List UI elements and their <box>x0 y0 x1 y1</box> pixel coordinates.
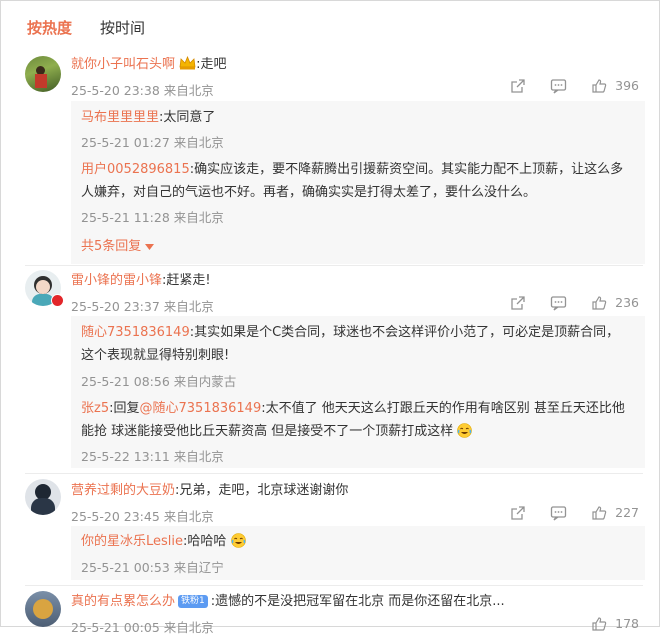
like-icon <box>592 617 607 631</box>
reply-meta: 25-5-21 01:27 来自北京 <box>81 135 224 150</box>
comment-text: 真的有点累怎么办 铁粉1:遗憾的不是没把冠军留在北京 而是你还留在北京... <box>71 593 505 611</box>
laugh-cry-emoji <box>230 533 246 548</box>
reply-mention[interactable]: @随心7351836149 <box>140 401 262 416</box>
like-icon <box>592 79 607 93</box>
like-button[interactable]: 178 <box>591 615 639 632</box>
comment-icon <box>551 296 567 311</box>
verified-badge <box>51 294 64 307</box>
comment-meta: 25-5-20 23:38 来自北京 <box>71 83 214 98</box>
reply-item: 随心7351836149:其实如果是个C类合同，球迷也不会这样评价小范了，可必定… <box>81 321 619 344</box>
like-count: 236 <box>615 295 639 311</box>
reply-username[interactable]: 张z5 <box>81 401 109 416</box>
like-icon <box>592 506 607 520</box>
share-icon <box>511 296 525 310</box>
comment-body: :赶紧走! <box>162 273 211 288</box>
reply-item: 张z5:回复@随心7351836149:太不值了 他天天这么打跟丘天的作用有啥区… <box>81 397 625 420</box>
crown-emoji <box>179 55 196 70</box>
comment-text: 就你小子叫石头啊 :走吧 <box>71 55 227 74</box>
comment-username[interactable]: 营养过剩的大豆奶 <box>71 483 175 498</box>
comment-body: :遗憾的不是没把冠军留在北京 而是你还留在北京... <box>210 594 505 609</box>
divider <box>25 265 643 266</box>
reply-item: 你的星冰乐Leslie:哈哈哈 <box>81 530 246 553</box>
comment-username[interactable]: 雷小锋的雷小锋 <box>71 273 162 288</box>
reply-username[interactable]: 马布里里里里 <box>81 110 159 125</box>
like-button[interactable]: 396 <box>591 77 639 94</box>
caret-down-icon <box>145 243 155 250</box>
comment-icon <box>551 506 567 521</box>
share-button[interactable] <box>510 504 526 521</box>
like-button[interactable]: 236 <box>591 294 639 311</box>
reply-item: 用户0052896815:确实应该走，要不降薪腾出引援薪资空间。其实能力配不上顶… <box>81 158 623 181</box>
reply-body-line2: 能抢 球迷能接受他比丘天薪资高 但是接受不了一个顶薪打成这样 <box>81 420 473 443</box>
comment-meta: 25-5-20 23:37 来自北京 <box>71 299 214 314</box>
comment-button[interactable] <box>550 77 567 94</box>
reply-meta: 25-5-21 11:28 来自北京 <box>81 210 224 225</box>
avatar[interactable] <box>25 479 61 515</box>
reply-box: 你的星冰乐Leslie:哈哈哈 25-5-21 00:53 来自辽宁 <box>71 526 645 580</box>
reply-box: 马布里里里里:太同意了 25-5-21 01:27 来自北京 用户0052896… <box>71 101 645 264</box>
tab-time[interactable]: 按时间 <box>100 17 145 38</box>
more-replies-link[interactable]: 共5条回复 <box>81 235 155 254</box>
divider <box>25 585 643 586</box>
reply-username[interactable]: 用户0052896815 <box>81 162 190 177</box>
fan-badge: 铁粉1 <box>178 595 208 608</box>
like-icon <box>592 296 607 310</box>
like-count: 178 <box>615 616 639 632</box>
reply-body-line2: 这个表现就显得特别刺眼! <box>81 348 230 363</box>
reply-username[interactable]: 你的星冰乐Leslie <box>81 534 183 549</box>
reply-body: :哈哈哈 <box>183 534 227 549</box>
reply-item: 马布里里里里:太同意了 <box>81 106 215 129</box>
comment-body: :走吧 <box>196 57 227 72</box>
reply-meta: 25-5-21 08:56 来自内蒙古 <box>81 374 237 389</box>
comment-button[interactable] <box>550 504 567 521</box>
avatar[interactable] <box>25 591 61 627</box>
reply-body: :太同意了 <box>159 110 216 125</box>
comment-username[interactable]: 就你小子叫石头啊 <box>71 57 175 72</box>
laugh-cry-emoji <box>457 423 473 438</box>
reply-body-line2: 人嫌弃，对自己的气运也不好。再者，确确实实是打得太差了，要什么没什么。 <box>81 185 537 200</box>
like-count: 396 <box>615 78 639 94</box>
reply-prefix: :回复 <box>109 401 140 416</box>
more-replies-label: 共5条回复 <box>81 239 142 254</box>
comment-meta: 25-5-20 23:45 来自北京 <box>71 509 214 524</box>
comment-actions: 396 <box>490 77 639 94</box>
avatar[interactable] <box>25 56 61 92</box>
reply-body: :太不值了 他天天这么打跟丘天的作用有啥区别 甚至丘天还比他 <box>261 401 625 416</box>
comment-icon <box>551 79 567 94</box>
reply-box: 随心7351836149:其实如果是个C类合同，球迷也不会这样评价小范了，可必定… <box>71 316 645 468</box>
reply-username[interactable]: 随心7351836149 <box>81 325 190 340</box>
like-count: 227 <box>615 505 639 521</box>
comment-actions: 236 <box>490 294 639 311</box>
share-icon <box>511 79 525 93</box>
reply-meta: 25-5-21 00:53 来自辽宁 <box>81 560 224 575</box>
comment-username[interactable]: 真的有点累怎么办 <box>71 594 175 609</box>
share-icon <box>511 506 525 520</box>
tab-hot[interactable]: 按热度 <box>27 17 72 38</box>
share-button[interactable] <box>510 294 526 311</box>
reply-meta: 25-5-22 13:11 来自北京 <box>81 449 224 464</box>
comment-actions: 178 <box>571 615 639 632</box>
divider <box>25 473 643 474</box>
comment-button[interactable] <box>550 294 567 311</box>
comment-body: :兄弟，走吧，北京球迷谢谢你 <box>175 483 349 498</box>
like-button[interactable]: 227 <box>591 504 639 521</box>
reply-body: :确实应该走，要不降薪腾出引援薪资空间。其实能力配不上顶薪，让这么多 <box>189 162 624 177</box>
comment-actions: 227 <box>490 504 639 521</box>
share-button[interactable] <box>510 77 526 94</box>
reply-body: :其实如果是个C类合同，球迷也不会这样评价小范了，可必定是顶薪合同， <box>189 325 620 340</box>
reply-body-text: 能抢 球迷能接受他比丘天薪资高 但是接受不了一个顶薪打成这样 <box>81 424 454 439</box>
comment-text: 营养过剩的大豆奶:兄弟，走吧，北京球迷谢谢你 <box>71 482 348 500</box>
comment-text: 雷小锋的雷小锋:赶紧走! <box>71 272 211 290</box>
